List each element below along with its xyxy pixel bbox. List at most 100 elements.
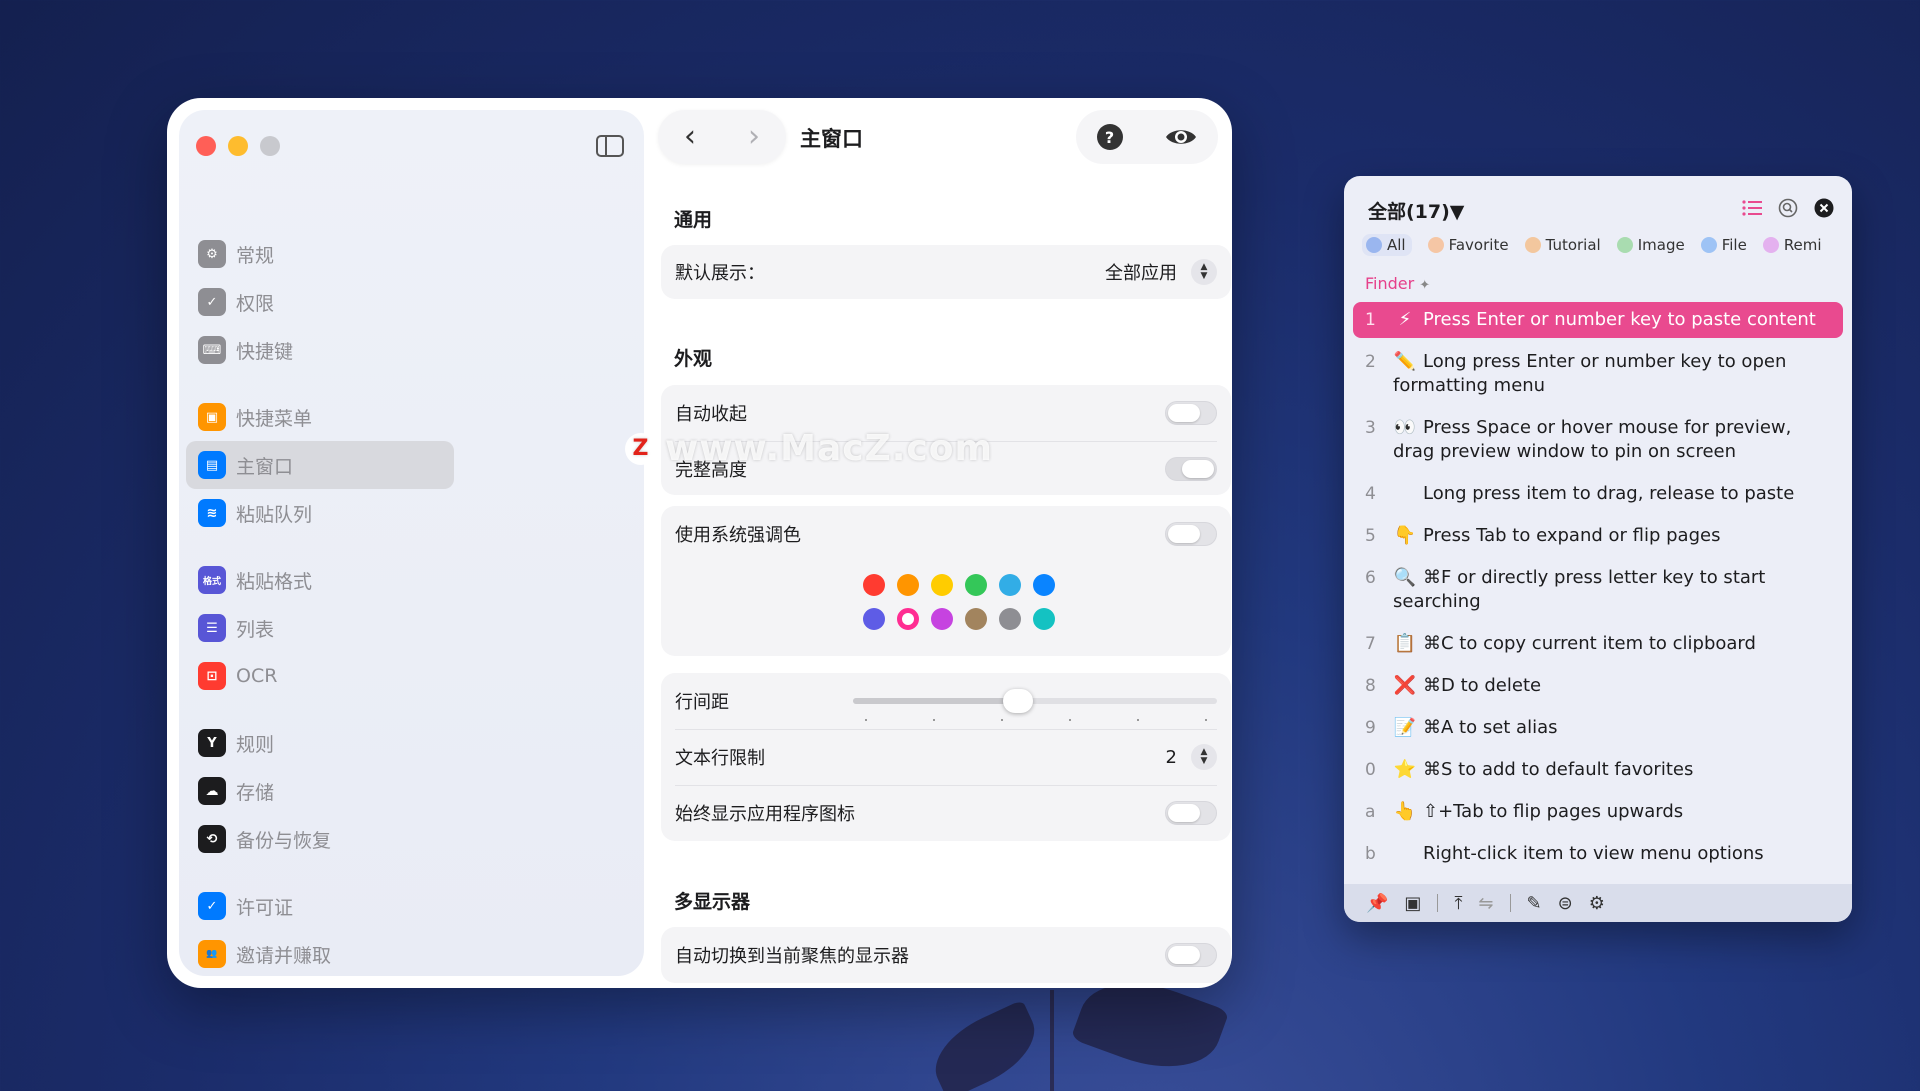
item-emoji-icon: 👇 xyxy=(1393,525,1417,546)
list-item[interactable]: 6 🔍 ⌘F or directly press letter key to sta… xyxy=(1353,560,1843,620)
pin-icon[interactable]: ✦ xyxy=(1419,278,1430,293)
sidebar-group: ✓ 许可证 👥 邀请并赚取 xyxy=(186,882,454,978)
accent-color-swatch[interactable] xyxy=(931,574,953,596)
sidebar-item-list[interactable]: ☰ 列表 xyxy=(186,604,454,652)
cloud-icon: ☁ xyxy=(198,777,226,805)
sidebar-item-window[interactable]: ▤ 主窗口 xyxy=(186,441,454,489)
close-window-button[interactable] xyxy=(196,136,216,156)
accent-color-swatch[interactable] xyxy=(931,608,953,630)
list-item[interactable]: a 👆 ⇧+Tab to flip pages upwards xyxy=(1353,794,1843,830)
text-line-limit-row: 文本行限制 2 ▲ ▼ xyxy=(661,729,1231,785)
sidebar-item-label: 权限 xyxy=(236,292,275,315)
list-item[interactable]: 9 📝 ⌘A to set alias xyxy=(1353,710,1843,746)
sidebar-item-stack[interactable]: ≋ 粘贴队列 xyxy=(186,489,454,537)
full-height-toggle[interactable] xyxy=(1165,457,1217,481)
edit-icon[interactable]: ✎ xyxy=(1527,893,1542,914)
forward-chevron-icon[interactable]: › xyxy=(748,122,760,152)
list-item[interactable]: 0 ⭐ ⌘S to add to default favorites xyxy=(1353,752,1843,788)
item-text: Long press item to drag, release to past… xyxy=(1423,483,1795,504)
item-number: 1 xyxy=(1365,310,1376,330)
sidebar-item-invite[interactable]: 👥 邀请并赚取 xyxy=(186,930,454,978)
history-nav: ‹ › xyxy=(658,110,786,164)
list-item[interactable]: 3 👀 Press Space or hover mouse for preview… xyxy=(1353,410,1843,470)
accent-color-swatch[interactable] xyxy=(999,574,1021,596)
filter-chip-tutorial[interactable]: Tutorial xyxy=(1524,234,1601,256)
slider-knob[interactable] xyxy=(1003,689,1034,713)
back-chevron-icon[interactable]: ‹ xyxy=(684,122,696,152)
slider-tick xyxy=(1137,719,1139,721)
default-display-row[interactable]: 默认展示： 全部应用 ▲ ▼ xyxy=(661,245,1231,299)
dropdown-chevrons-icon[interactable]: ▲ ▼ xyxy=(1191,259,1217,285)
sidebar-toggle-icon[interactable] xyxy=(596,135,624,157)
sidebar-item-menu[interactable]: ▣ 快捷菜单 xyxy=(186,393,454,441)
accent-color-swatch[interactable] xyxy=(863,574,885,596)
move-top-icon[interactable]: ⤒ xyxy=(1454,893,1462,914)
sidebar-item-keyboard[interactable]: ⌨ 快捷键 xyxy=(186,326,454,374)
sidebar-item-restore[interactable]: ⟲ 备份与恢复 xyxy=(186,815,454,863)
list-item[interactable]: 4 Long press item to drag, release to pas… xyxy=(1353,476,1843,512)
filter-chip-remi[interactable]: Remi xyxy=(1762,234,1822,256)
filter-dot-icon xyxy=(1366,237,1382,253)
list-item[interactable]: 2 ✏️ Long press Enter or number key to ope… xyxy=(1353,344,1843,404)
settings-icon[interactable]: ⚙ xyxy=(1589,893,1605,914)
auto-switch-toggle[interactable] xyxy=(1165,943,1217,967)
minimize-window-button[interactable] xyxy=(228,136,248,156)
window-icon: ▤ xyxy=(198,451,226,479)
accent-color-swatch[interactable] xyxy=(897,608,919,630)
sidebar-item-cloud[interactable]: ☁ 存储 xyxy=(186,767,454,815)
toggle-settings-icon[interactable]: ⊜ xyxy=(1558,893,1573,914)
toolbar-actions: ? xyxy=(1076,110,1218,164)
help-icon[interactable]: ? xyxy=(1096,124,1123,150)
pin-icon[interactable]: 📌 xyxy=(1366,893,1388,914)
list-item[interactable]: 1 ⚡ Press Enter or number key to paste con… xyxy=(1353,302,1843,338)
zoom-window-button[interactable] xyxy=(260,136,280,156)
text-line-limit-value[interactable]: 2 xyxy=(1166,747,1177,768)
sidebar-group: 格式 粘贴格式 ☰ 列表 ⊡ OCR xyxy=(186,556,454,700)
sidebar-item-format[interactable]: 格式 粘贴格式 xyxy=(186,556,454,604)
accent-color-swatch[interactable] xyxy=(897,574,919,596)
panel-bottom-bar: 📌 ▣ ⤒ ⇋ ✎ ⊜ ⚙ xyxy=(1344,884,1852,922)
accent-color-swatch[interactable] xyxy=(1033,574,1055,596)
accent-color-swatch[interactable] xyxy=(965,574,987,596)
sidebar-item-ocr[interactable]: ⊡ OCR xyxy=(186,652,454,700)
ocr-icon: ⊡ xyxy=(198,662,226,690)
filter-chip-file[interactable]: File xyxy=(1700,234,1747,256)
item-number: 9 xyxy=(1365,718,1376,738)
text-line-limit-stepper[interactable]: ▲ ▼ xyxy=(1191,744,1217,770)
eye-icon[interactable] xyxy=(1164,126,1198,148)
plant-leaf xyxy=(922,999,1048,1091)
sidebar-item-license[interactable]: ✓ 许可证 xyxy=(186,882,454,930)
item-emoji-icon: 👆 xyxy=(1393,801,1417,822)
list-item[interactable]: 8 ❌ ⌘D to delete xyxy=(1353,668,1843,704)
list-item[interactable]: 5 👇 Press Tab to expand or flip pages xyxy=(1353,518,1843,554)
default-display-value[interactable]: 全部应用 xyxy=(1105,259,1177,285)
flow-icon[interactable]: ⇋ xyxy=(1478,893,1493,914)
clipboard-icon[interactable]: ▣ xyxy=(1404,893,1421,914)
filter-chip-label: All xyxy=(1387,236,1406,254)
filter-chip-all[interactable]: All xyxy=(1362,234,1412,256)
system-accent-toggle[interactable] xyxy=(1165,522,1217,546)
line-spacing-slider[interactable] xyxy=(853,689,1217,721)
invite-icon: 👥 xyxy=(198,940,226,968)
list-view-icon[interactable] xyxy=(1742,200,1762,216)
sidebar-item-gear[interactable]: ⚙ 常规 xyxy=(186,230,454,278)
card-general: 默认展示： 全部应用 ▲ ▼ xyxy=(661,245,1231,299)
close-icon[interactable] xyxy=(1814,198,1834,218)
accent-color-swatch[interactable] xyxy=(863,608,885,630)
always-show-icon-label: 始终显示应用程序图标 xyxy=(675,804,855,825)
filter-chip-image[interactable]: Image xyxy=(1616,234,1685,256)
list-item[interactable]: b Right-click item to view menu options xyxy=(1353,836,1843,872)
auto-collapse-toggle[interactable] xyxy=(1165,401,1217,425)
sidebar-item-rule[interactable]: Y 规则 xyxy=(186,719,454,767)
sidebar-item-shield[interactable]: ✓ 权限 xyxy=(186,278,454,326)
accent-color-swatch[interactable] xyxy=(1033,608,1055,630)
always-show-icon-toggle[interactable] xyxy=(1165,801,1217,825)
sidebar-group: Y 规则 ☁ 存储 ⟲ 备份与恢复 xyxy=(186,719,454,863)
sidebar-item-label: 许可证 xyxy=(236,896,294,919)
accent-color-swatch[interactable] xyxy=(965,608,987,630)
filter-chip-favorite[interactable]: Favorite xyxy=(1427,234,1509,256)
list-item[interactable]: 7 📋 ⌘C to copy current item to clipboard xyxy=(1353,626,1843,662)
accent-color-swatch[interactable] xyxy=(999,608,1021,630)
search-icon[interactable] xyxy=(1778,198,1798,218)
panel-title[interactable]: 全部(17)▼ xyxy=(1368,197,1464,224)
